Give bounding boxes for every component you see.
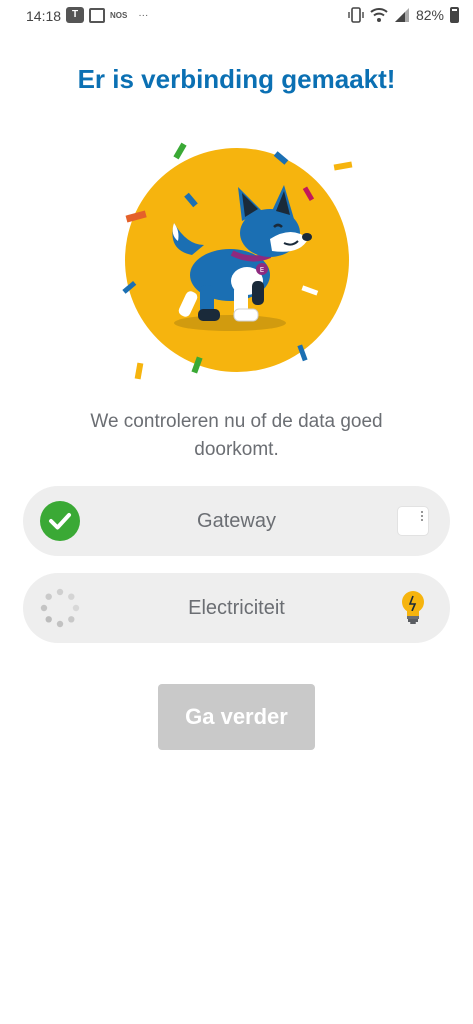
battery-icon [450, 7, 459, 23]
status-time: 14:18 [26, 8, 62, 24]
more-notifications-icon: ··· [138, 9, 149, 21]
gateway-device-icon [398, 507, 428, 535]
continue-button[interactable]: Ga verder [158, 684, 315, 750]
page-title: Er is verbinding gemaakt! [77, 64, 396, 94]
status-left-icons: T NOS ··· [66, 7, 148, 23]
teams-icon: T [66, 7, 84, 23]
dog-confetti-illustration: E [112, 135, 362, 385]
vibrate-icon [348, 7, 364, 23]
electricity-status-row: Electriciteit [23, 573, 450, 643]
svg-text:E: E [260, 266, 264, 274]
status-bar: 14:18 T NOS ··· 82% [0, 0, 473, 32]
lightbulb-icon [400, 590, 426, 626]
gateway-status-row: Gateway [23, 486, 450, 556]
electricity-label: Electriciteit [188, 597, 285, 619]
wifi-icon [370, 8, 388, 22]
calendar-icon [89, 7, 105, 23]
signal-icon [394, 8, 409, 22]
status-right-icons: 82% [348, 7, 459, 23]
battery-percentage: 82% [415, 7, 444, 23]
gateway-label: Gateway [197, 510, 276, 532]
nos-icon: NOS [110, 10, 128, 20]
subtitle: We controleren nu of de data goed doorko… [90, 411, 383, 460]
